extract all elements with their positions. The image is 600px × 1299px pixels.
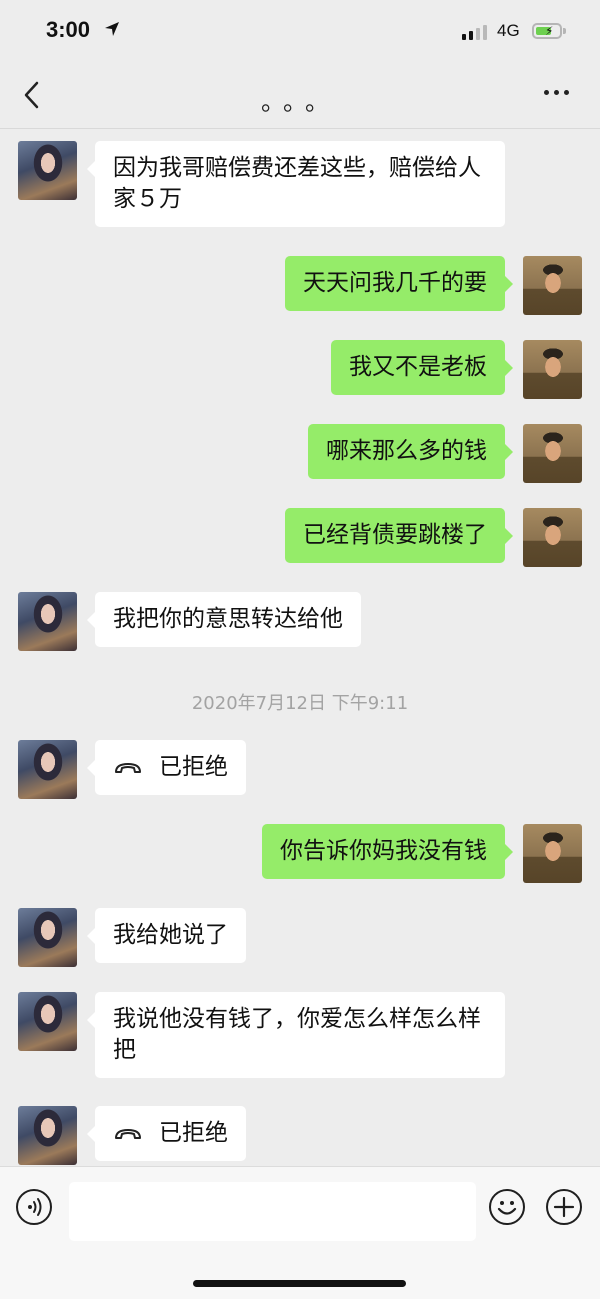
contact-avatar[interactable] [18,992,77,1051]
chat-title: 。。。 [261,88,339,116]
call-status-label: 已拒绝 [159,1120,228,1146]
more-dots-icon[interactable] [544,90,569,95]
self-avatar[interactable] [523,424,582,483]
chat-header: 。。。 [0,60,600,129]
battery-tip [563,28,566,34]
call-status-label: 已拒绝 [159,754,228,780]
message-bubble-outgoing[interactable]: 已经背债要跳楼了 [285,508,513,563]
call-record-bubble[interactable]: 已拒绝 [87,1106,246,1161]
contact-avatar[interactable] [18,908,77,967]
message-bubble-incoming[interactable]: 我把你的意思转达给他 [87,592,361,647]
battery-charging-icon: ⚡ [532,23,562,39]
message-bubble-outgoing[interactable]: 天天问我几千的要 [285,256,513,311]
status-time: 3:00 [46,17,91,42]
self-avatar[interactable] [523,508,582,567]
message-bubble-incoming[interactable]: 我给她说了 [87,908,246,963]
input-bar [0,1166,600,1299]
contact-avatar[interactable] [18,141,77,200]
message-bubble-incoming[interactable]: 我说他没有钱了，你爱怎么样怎么样把 [87,992,505,1078]
voice-icon[interactable] [16,1189,52,1225]
contact-avatar[interactable] [18,1106,77,1165]
self-avatar[interactable] [523,256,582,315]
phone-hangup-icon [115,762,141,773]
message-timestamp: 2020年7月12日 下午9:11 [191,693,409,714]
call-record-bubble[interactable]: 已拒绝 [87,740,246,795]
plus-icon[interactable] [546,1189,582,1225]
message-bubble-outgoing[interactable]: 我又不是老板 [331,340,513,395]
message-input[interactable] [69,1182,476,1241]
home-indicator[interactable] [193,1280,406,1287]
contact-avatar[interactable] [18,592,77,651]
phone-hangup-icon [115,1128,141,1139]
emoji-icon[interactable] [489,1189,525,1225]
status-bar: 3:00 4G ⚡ [0,0,600,60]
location-arrow-icon [105,22,119,36]
message-bubble-outgoing[interactable]: 哪来那么多的钱 [308,424,513,479]
contact-avatar[interactable] [18,740,77,799]
signal-icon [462,24,487,40]
network-type: 4G [497,21,520,40]
self-avatar[interactable] [523,824,582,883]
message-list[interactable]: 因为我哥赔偿费还差这些，赔偿给人家５万 天天问我几千的要 我又不是老板 哪来那么… [0,129,600,1166]
message-bubble-outgoing[interactable]: 你告诉你妈我没有钱 [262,824,513,879]
message-bubble-incoming[interactable]: 因为我哥赔偿费还差这些，赔偿给人家５万 [87,141,505,227]
self-avatar[interactable] [523,340,582,399]
